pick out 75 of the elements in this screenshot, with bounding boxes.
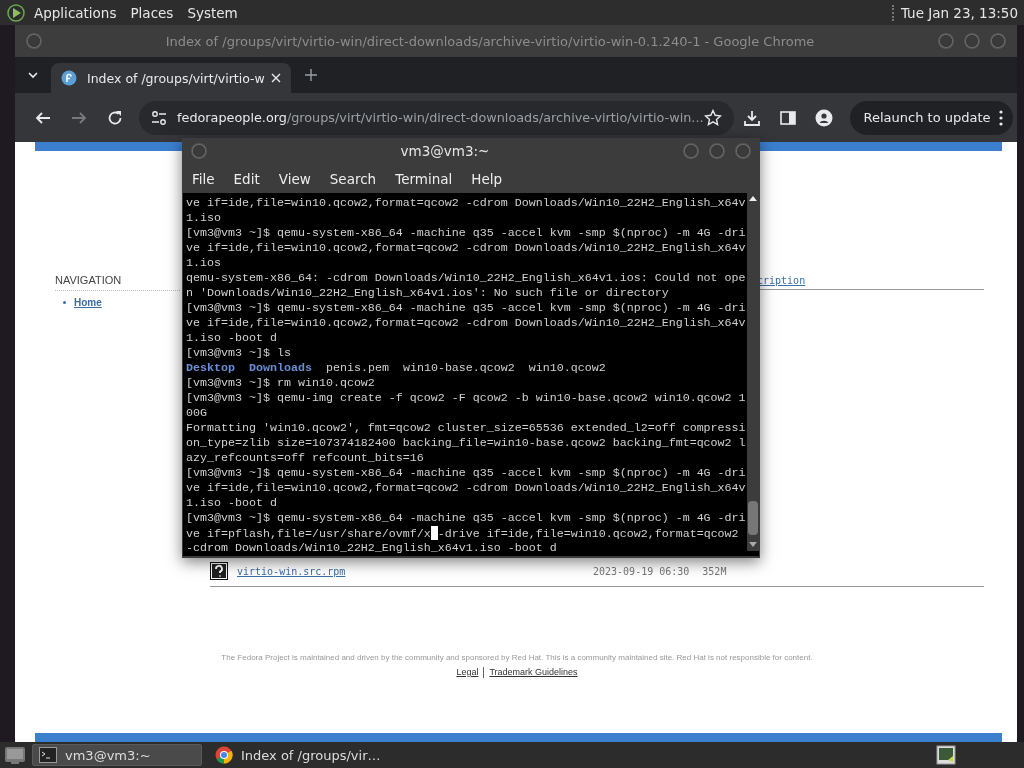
terminal-line: [vm3@vm3 ~]$ qemu-system-x86_64 -machine q35 -accel kvm -smp $(nproc) -m 4G -dri xyxy=(186,466,746,480)
terminal-line: on_type=zlib size=107374182400 backing_file=win10-base.qcow2 backing_fmt=qcow2 l xyxy=(186,436,746,450)
bullet-icon xyxy=(63,301,66,304)
url-text: fedorapeople.org/groups/virt/virtio-win/direct-downloads/archive-virtio/virtio-win... xyxy=(177,110,704,125)
file-link[interactable]: virtio-win.src.rpm xyxy=(237,565,593,577)
footer-link[interactable]: Legal xyxy=(456,667,479,678)
browser-tab[interactable]: Index of /groups/virt/virtio-w xyxy=(51,63,291,93)
menu-item[interactable]: Help xyxy=(471,170,503,187)
text-cursor xyxy=(430,526,438,540)
terminal-line: ve if=ide,file=win10.qcow2,format=qcow2 -cdrom Downloads/Win10_22H2_English_x64v xyxy=(186,481,746,495)
terminal-line: azy_refcounts=off refcount_bits=16 xyxy=(186,451,424,465)
window-title: vm3@vm3:~ xyxy=(399,143,491,159)
terminal-line: [vm3@vm3 ~]$ qemu-system-x86_64 -machine q35 -accel kvm -smp $(nproc) -m 4G -dri xyxy=(186,226,746,240)
workspace-icon[interactable] xyxy=(936,745,956,765)
terminal-line: ve if=ide,file=win10.qcow2,format=qcow2 -cdrom Downloads/Win10_22H2_English_x64v xyxy=(186,196,746,210)
terminal-line: ve if=ide,file=win10.qcow2,format=qcow2 -cdrom Downloads/Win10_22H2_English_x64v xyxy=(186,241,746,255)
address-bar[interactable]: fedorapeople.org/groups/virt/virtio-win/direct-downloads/archive-virtio/virtio-win... xyxy=(139,100,734,135)
terminal-line: [vm3@vm3 ~]$ ls xyxy=(186,346,291,360)
file-date: 2023-09-19 06:30 xyxy=(593,565,690,577)
menu-item[interactable]: Search xyxy=(329,170,377,187)
star-icon[interactable] xyxy=(703,108,722,127)
menu-item[interactable]: View xyxy=(278,170,311,187)
tune-icon[interactable] xyxy=(151,109,167,126)
terminal-line: Formatting 'win10.qcow2', fmt=qcow2 cluster_size=65536 extended_l2=off compressi xyxy=(186,421,746,435)
terminal-line: 1.iso -boot d xyxy=(186,496,277,510)
chevron-down-icon[interactable] xyxy=(27,69,39,81)
footer-text: The Fedora Project is maintained and driven by the community and sponsored by Red Hat. This is a community maintained site. Red Hat is not responsible for content. xyxy=(220,653,814,662)
unknown-file-icon xyxy=(210,562,228,580)
terminal-line: n 'Downloads/Win10_22H2_English_x64v1.ios': No such file or directory xyxy=(186,286,669,300)
panel-menu[interactable]: Places xyxy=(130,4,174,21)
relaunch-button[interactable]: Relaunch to update xyxy=(849,100,1013,135)
terminal-line: 1.iso xyxy=(186,211,221,225)
terminal-line: 1.iso -boot d xyxy=(186,331,277,345)
panel-menu[interactable]: System xyxy=(187,4,238,21)
file-name: win10.qcow2 xyxy=(528,361,606,375)
file-name: win10-base.qcow2 xyxy=(402,361,515,375)
terminal-line: [vm3@vm3 ~]$ rm win10.qcow2 xyxy=(186,376,375,390)
file-size: 352M xyxy=(702,565,727,577)
logo-icon[interactable] xyxy=(6,2,26,23)
scrollbar[interactable] xyxy=(747,193,759,551)
terminal-line: 00G xyxy=(186,406,207,420)
terminal-line: -drive if=ide,file=win10.qcow2,format=qcow2 xyxy=(437,527,739,541)
terminal-line: ve if=pflash,file=/usr/share/ovmf/x xyxy=(186,527,431,541)
chrome-icon xyxy=(215,746,233,764)
terminal-line: qemu-system-x86_64: -cdrom Downloads/Win10_22H2_English_x64v1.ios: Could not ope xyxy=(186,271,746,285)
download-icon[interactable] xyxy=(742,108,761,127)
kebab-menu-icon[interactable] xyxy=(998,109,1003,126)
file-name: penis.pem xyxy=(325,361,389,375)
footer-link[interactable]: Trademark Guidelines xyxy=(489,667,578,678)
window-title: Index of /groups/virt/virtio-win/direct-downloads/archive-virtio/virtio-win-0.1.240-1 - Google Chrome xyxy=(164,33,816,49)
terminal-icon xyxy=(39,747,57,763)
desktop-icon[interactable] xyxy=(4,745,26,765)
side-panel-icon[interactable] xyxy=(778,108,797,127)
directory-name: Downloads xyxy=(248,361,312,375)
terminal-line: 1.ios xyxy=(186,256,221,270)
menu-item[interactable]: File xyxy=(192,170,215,187)
terminal-line: -cdrom Downloads/Win10_22H2_English_x64v1.iso -boot d xyxy=(186,541,557,555)
terminal-line: [vm3@vm3 ~]$ qemu-img create -f qcow2 -F qcow2 -b win10-base.qcow2 win10.qcow2 1 xyxy=(186,391,746,405)
taskbar-button[interactable]: vm3@vm3:~ xyxy=(32,744,202,766)
tab-title: Index of /groups/virt/virtio-w xyxy=(87,70,266,86)
terminal-line: [vm3@vm3 ~]$ qemu-system-x86_64 -machine q35 -accel kvm -smp $(nproc) -m 4G -dri xyxy=(186,301,746,315)
close-icon[interactable] xyxy=(271,73,281,83)
menu-item[interactable]: Terminal xyxy=(395,170,453,187)
nav-heading: NAVIGATION xyxy=(55,274,180,291)
nav-link[interactable]: Home xyxy=(74,297,102,308)
directory-name: Desktop xyxy=(186,361,235,375)
terminal-line: ve if=ide,file=win10.qcow2,format=qcow2 -cdrom Downloads/Win10_22H2_English_x64v xyxy=(186,316,746,330)
plus-icon[interactable] xyxy=(305,69,317,81)
clock[interactable]: Tue Jan 23, 13:50 xyxy=(900,4,1018,21)
profile-icon[interactable] xyxy=(814,108,833,127)
taskbar-button[interactable]: Index of /groups/vir… xyxy=(208,744,378,766)
panel-menu[interactable]: Applications xyxy=(34,4,117,21)
reload-icon[interactable] xyxy=(106,108,124,127)
terminal-line: [vm3@vm3 ~]$ qemu-system-x86_64 -machine q35 -accel kvm -smp $(nproc) -m 4G -dri xyxy=(186,511,746,525)
menu-item[interactable]: Edit xyxy=(233,170,260,187)
